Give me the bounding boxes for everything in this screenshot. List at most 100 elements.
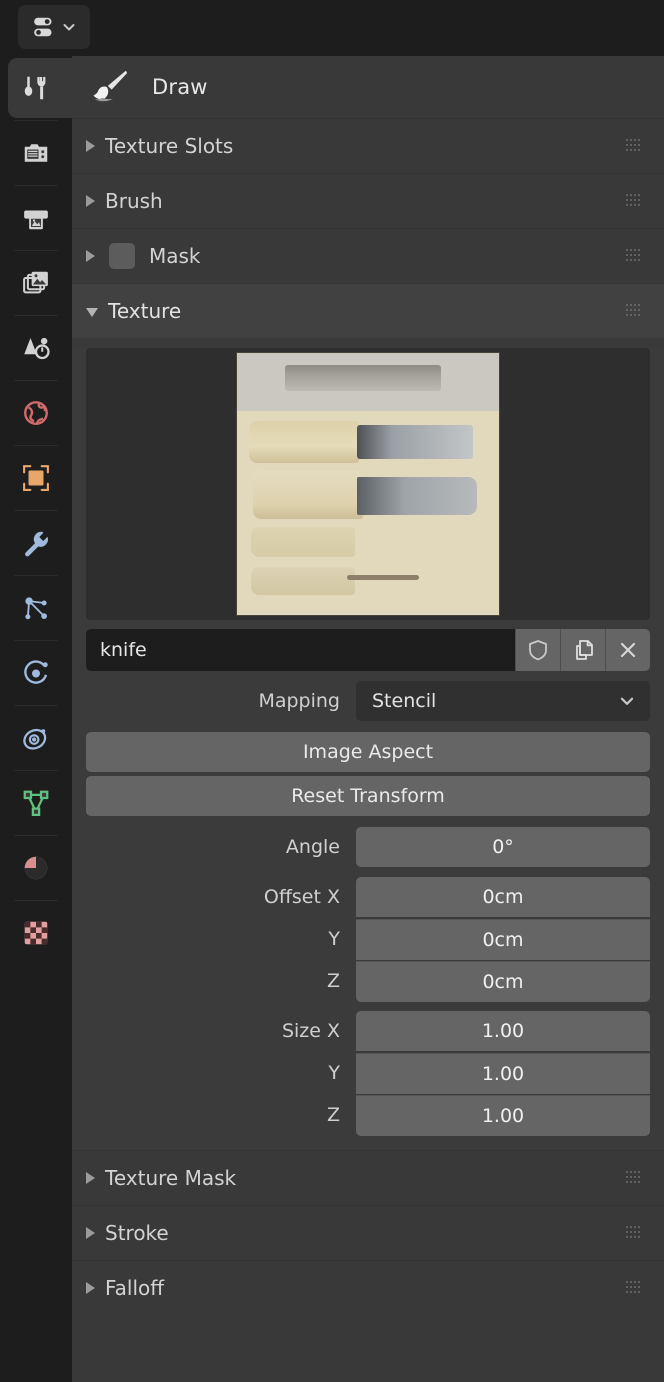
scene-icon <box>24 337 50 360</box>
disclosure-triangle-right-icon <box>86 1227 95 1239</box>
angle-label: Angle <box>285 836 340 858</box>
knife-handle-4 <box>251 527 355 557</box>
sidebar-item-tool[interactable] <box>0 56 80 120</box>
panel-header-falloff[interactable]: Falloff <box>72 1260 664 1315</box>
disclosure-triangle-right-icon <box>86 140 95 152</box>
disclosure-triangle-right-icon <box>86 250 95 262</box>
knife-blade-2 <box>357 425 473 459</box>
knife-handle-5 <box>251 567 355 595</box>
sidebar-item-view-layer[interactable] <box>0 251 72 315</box>
mapping-row: Mapping Stencil <box>86 680 650 722</box>
chevron-down-icon <box>63 24 74 31</box>
drag-grip-icon[interactable] <box>626 1226 642 1240</box>
sidebar-item-texture[interactable] <box>0 901 72 965</box>
panel-title: Brush <box>105 189 163 213</box>
sidebar-item-physics[interactable] <box>0 641 72 705</box>
drag-grip-icon[interactable] <box>626 1171 642 1185</box>
panel-title: Texture <box>108 299 182 323</box>
angle-row: Angle 0° <box>86 826 650 868</box>
texture-name-row: knife <box>86 629 650 671</box>
size-z-field[interactable]: 1.00 <box>356 1094 650 1136</box>
sidebar-item-material[interactable] <box>0 836 72 900</box>
drag-grip-icon[interactable] <box>626 1281 642 1295</box>
material-sphere-icon <box>24 856 48 880</box>
texture-thumbnail <box>237 353 499 615</box>
knife-handle-3 <box>253 471 363 519</box>
physics-orbit-icon <box>24 660 48 684</box>
editor-header <box>0 0 664 56</box>
angle-field[interactable]: 0° <box>356 827 650 867</box>
tool-icon <box>24 76 46 100</box>
offset-x-field[interactable]: 0cm <box>356 877 650 917</box>
offset-x-row: Offset X 0cm <box>86 876 650 918</box>
size-x-field[interactable]: 1.00 <box>356 1011 650 1051</box>
offset-z-label: Z <box>326 970 340 992</box>
texture-checker-icon <box>24 921 48 945</box>
active-tool-header: Draw <box>72 56 664 118</box>
sidebar-item-object[interactable] <box>0 446 72 510</box>
mask-enable-checkbox[interactable] <box>109 243 135 269</box>
sidebar-item-render[interactable] <box>0 121 72 185</box>
drag-grip-icon[interactable] <box>626 304 642 318</box>
panel-header-texture[interactable]: Texture <box>72 283 664 338</box>
size-z-label: Z <box>326 1104 340 1126</box>
active-tool-label: Draw <box>152 75 208 99</box>
panel-title: Texture Mask <box>105 1166 237 1190</box>
particles-icon <box>25 597 47 620</box>
fake-user-button[interactable] <box>515 629 560 671</box>
sidebar-item-scene[interactable] <box>0 316 72 380</box>
offset-y-field[interactable]: 0cm <box>356 918 650 960</box>
disclosure-triangle-right-icon <box>86 1172 95 1184</box>
size-y-field[interactable]: 1.00 <box>356 1052 650 1094</box>
brush-icon <box>93 70 128 102</box>
object-square-icon <box>23 465 49 491</box>
properties-editor: Draw Texture Slots Brush Mask Texture kn… <box>0 0 664 1382</box>
reset-transform-button[interactable]: Reset Transform <box>86 776 650 816</box>
panel-header-stroke[interactable]: Stroke <box>72 1205 664 1260</box>
duplicate-texture-button[interactable] <box>560 629 605 671</box>
properties-main: Draw Texture Slots Brush Mask Texture kn… <box>72 56 664 1382</box>
drag-grip-icon[interactable] <box>626 139 642 153</box>
knife-handle-2 <box>249 421 359 463</box>
editor-type-selector[interactable] <box>18 5 90 49</box>
panel-header-brush[interactable]: Brush <box>72 173 664 228</box>
texture-name-field[interactable]: knife <box>86 629 515 671</box>
sidebar-item-output[interactable] <box>0 186 72 250</box>
offset-z-field[interactable]: 0cm <box>356 960 650 1002</box>
panel-header-mask[interactable]: Mask <box>72 228 664 283</box>
panel-header-texture-slots[interactable]: Texture Slots <box>72 118 664 173</box>
panel-header-texture-mask[interactable]: Texture Mask <box>72 1150 664 1205</box>
sidebar-item-object-data[interactable] <box>0 771 72 835</box>
wrench-icon <box>25 531 48 557</box>
world-globe-icon <box>24 401 48 425</box>
offset-z-row: Z 0cm <box>86 960 650 1002</box>
panel-title: Mask <box>149 244 201 268</box>
constraint-icon <box>23 728 47 750</box>
offset-x-label: Offset X <box>263 886 340 908</box>
panel-title: Falloff <box>105 1276 165 1300</box>
sidebar-item-constraints[interactable] <box>0 706 72 770</box>
knife-blade-3 <box>357 477 477 515</box>
close-x-icon <box>620 642 636 658</box>
knife-blade-5 <box>347 575 419 580</box>
images-icon <box>23 271 48 294</box>
offset-y-label: Y <box>328 928 340 950</box>
camera-back-icon <box>24 144 48 162</box>
size-z-row: Z 1.00 <box>86 1094 650 1136</box>
mapping-label: Mapping <box>258 690 340 712</box>
printer-icon <box>24 210 48 230</box>
properties-tab-strip <box>0 56 80 1382</box>
shield-icon <box>529 640 547 661</box>
disclosure-triangle-right-icon <box>86 1282 95 1294</box>
panel-title: Stroke <box>105 1221 169 1245</box>
image-aspect-button[interactable]: Image Aspect <box>86 732 650 772</box>
drag-grip-icon[interactable] <box>626 249 642 263</box>
texture-preview[interactable] <box>86 348 650 620</box>
size-x-row: Size X 1.00 <box>86 1010 650 1052</box>
sidebar-item-modifiers[interactable] <box>0 511 72 575</box>
drag-grip-icon[interactable] <box>626 194 642 208</box>
sidebar-item-world[interactable] <box>0 381 72 445</box>
unlink-texture-button[interactable] <box>605 629 650 671</box>
mapping-dropdown[interactable]: Stencil <box>356 681 650 721</box>
sidebar-item-particles[interactable] <box>0 576 72 640</box>
